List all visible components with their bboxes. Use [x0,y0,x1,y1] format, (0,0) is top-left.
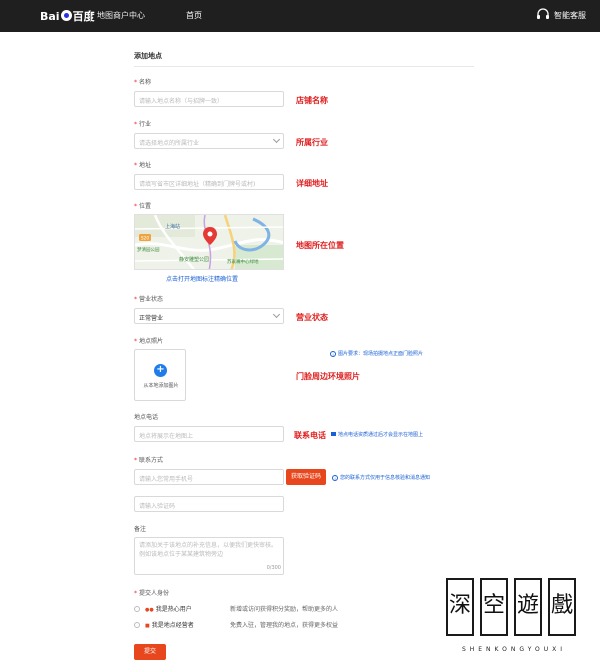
page-title: 添加地点 [134,52,162,60]
photo-hint: i 图片要求：现场拍摄地点正面门脸照片 [330,350,423,357]
annotation-address: 详细地址 [296,179,328,188]
open-map-link[interactable]: 点击打开地图标注精确位置 [166,274,238,283]
logo-text-b: 百度 [72,10,95,23]
shop-icon: ■ [145,623,150,629]
radio-button[interactable] [134,606,140,612]
photo-label: * 地点照片 [134,338,164,345]
notes-label: 备注 [134,526,147,533]
lock-icon [331,432,336,436]
get-code-button[interactable]: 获取验证码 [286,469,326,485]
plus-icon: + [154,364,167,377]
annotation-industry: 所属行业 [296,138,328,147]
status-select-value: 正常营业 [139,315,164,322]
info-icon: i [330,351,336,357]
address-input[interactable]: 请填写省市区详细地址（精确到门牌号或村) [134,174,284,190]
baidu-logo[interactable]: Bai 百度 [40,8,95,24]
users-icon: ●● [145,607,154,613]
photo-upload-button[interactable]: + 从本地添加图片 [134,349,186,401]
annotation-photo: 门脸周边环境照片 [296,372,360,381]
notes-placeholder: 请添加关于该地点的补充信息，以便我们更快审核。例如该地点位于某某建筑物旁边 [139,542,278,558]
status-select[interactable]: 正常营业 [134,308,284,324]
industry-select-placeholder: 请选择地点的所属行业 [139,140,200,147]
mobile-input[interactable]: 请输入您常用手机号 [134,469,284,485]
chevron-down-icon [272,310,281,319]
map-label-center: 苏家嘴中心绿地 [227,258,259,265]
notes-textarea[interactable]: 请添加关于该地点的补充信息，以便我们更快审核。例如该地点位于某某建筑物旁边 0/… [134,537,284,575]
upload-label: 从本地添加图片 [143,383,179,389]
annotation-phone: 联系电话 [294,431,326,440]
smart-support-button[interactable]: 智能客服 [536,8,586,22]
annotation-shop-name: 店铺名称 [296,96,328,105]
identity-option-owner[interactable]: ■ 我是地点经营者 免费入驻，管理我的地点，获得更多权益 [134,620,338,629]
title-divider [134,66,474,67]
annotation-status: 营业状态 [296,313,328,322]
chevron-down-icon [272,135,281,144]
submit-button[interactable]: 提交 [134,644,166,660]
baidu-paw-icon [60,10,72,21]
map-graphic: S20 上海站 梦清园公园 静安雕塑公园 苏家嘴中心绿地 [135,215,283,269]
watermark-logo: 深 空 遊 戲 SHENKONGYOUXI [440,568,590,660]
watermark-subtitle: SHENKONGYOUXI [461,646,567,653]
phone-hint: 地点电话资质通过后才会显示在地图上 [331,431,423,438]
phone-label: 地点电话 [134,414,159,421]
logo-text-a: Bai [40,10,60,23]
identity-option-desc: 免费入驻，管理我的地点，获得更多权益 [230,622,339,629]
annotation-map-location: 地图所在位置 [296,241,344,250]
map-road-code: S20 [141,236,150,242]
char-counter: 0/300 [266,565,281,571]
location-label: * 位置 [134,203,152,210]
code-input[interactable]: 请输入验证码 [134,496,284,512]
info-icon: i [332,475,338,481]
support-label: 智能客服 [554,10,586,20]
top-bar: Bai 百度 地图商户中心 首页 智能客服 [0,0,600,32]
radio-button[interactable] [134,622,140,628]
contact-label: * 联系方式 [134,457,164,464]
add-place-form: 添加地点 * 名称 请输入地点名称（与招牌一致） 店铺名称 * 行业 请选择地点的所… [122,42,478,670]
watermark-char: 深 [446,578,474,636]
status-label: * 营业状态 [134,296,164,303]
map-label-station: 上海站 [165,223,180,230]
map-label-park: 静安雕塑公园 [179,256,209,263]
name-input[interactable]: 请输入地点名称（与招牌一致） [134,91,284,107]
identity-label: * 提交人身份 [134,590,170,597]
address-label: * 地址 [134,162,152,169]
nav-home-link[interactable]: 首页 [186,10,202,21]
contact-hint: i 您的联系方式仅用于信息核验和消息通知 [332,474,430,481]
watermark-char: 空 [480,578,508,636]
header-divider [90,10,91,22]
phone-input[interactable]: 地点将展示在地图上 [134,426,284,442]
identity-option-user[interactable]: ●● 我是热心用户 新增或访问获得积分奖励，帮助更多的人 [134,604,338,613]
location-map[interactable]: S20 上海站 梦清园公园 静安雕塑公园 苏家嘴中心绿地 [134,214,284,270]
industry-select[interactable]: 请选择地点的所属行业 [134,133,284,149]
headset-icon [537,8,549,19]
watermark-char: 戲 [548,578,576,636]
name-label: * 名称 [134,79,152,86]
identity-option-desc: 新增或访问获得积分奖励，帮助更多的人 [230,606,339,613]
system-title: 地图商户中心 [97,11,145,20]
watermark-char: 遊 [514,578,542,636]
industry-label: * 行业 [134,121,152,128]
map-label-district: 梦清园公园 [137,246,160,253]
